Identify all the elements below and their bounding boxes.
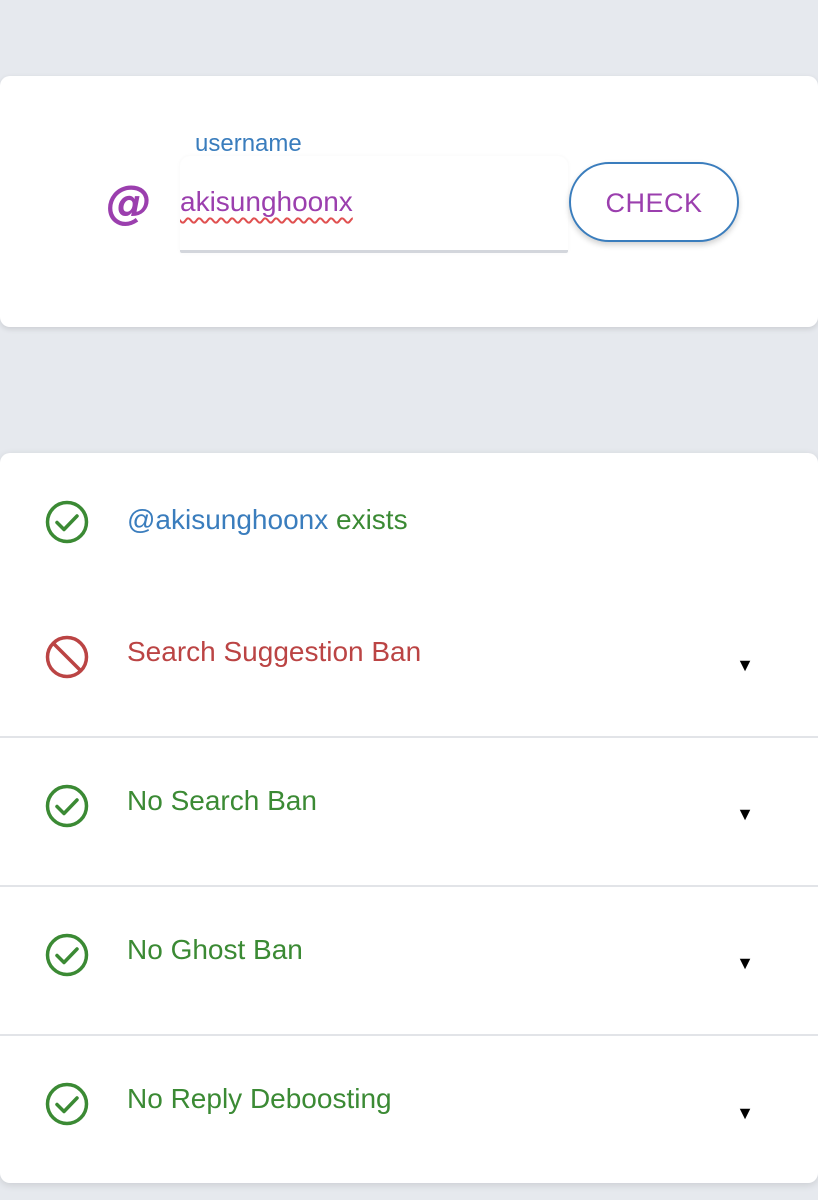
chevron-down-icon[interactable]: ▼ xyxy=(734,954,756,972)
result-label: No Reply Deboosting xyxy=(127,1083,392,1114)
result-row-search-suggestion-ban[interactable]: Search Suggestion Ban ▼ xyxy=(0,586,818,736)
result-label: No Ghost Ban xyxy=(127,934,303,965)
result-row-no-reply-deboosting[interactable]: No Reply Deboosting ▼ xyxy=(0,1036,818,1183)
chevron-down-icon[interactable]: ▼ xyxy=(734,805,756,823)
chevron-down-icon[interactable]: ▼ xyxy=(734,1104,756,1122)
user-exists-text: @akisunghoonx exists xyxy=(127,502,408,538)
check-circle-icon xyxy=(45,500,89,544)
chevron-down-icon[interactable]: ▼ xyxy=(734,656,756,674)
at-sign-icon: @ xyxy=(106,175,152,229)
username-input[interactable] xyxy=(180,180,560,224)
prohibited-icon xyxy=(45,635,89,679)
result-label: No Search Ban xyxy=(127,785,317,816)
result-row-no-search-ban[interactable]: No Search Ban ▼ xyxy=(0,738,818,885)
exists-suffix: exists xyxy=(328,504,408,535)
user-exists-row: @akisunghoonx exists xyxy=(0,453,818,586)
check-circle-icon xyxy=(45,1082,89,1126)
result-label: Search Suggestion Ban xyxy=(127,636,422,667)
check-button[interactable]: CHECK xyxy=(569,162,739,242)
check-circle-icon xyxy=(45,933,89,977)
result-row-no-ghost-ban[interactable]: No Ghost Ban ▼ xyxy=(0,887,818,1034)
check-circle-icon xyxy=(45,784,89,828)
username-link[interactable]: @akisunghoonx xyxy=(127,504,328,535)
